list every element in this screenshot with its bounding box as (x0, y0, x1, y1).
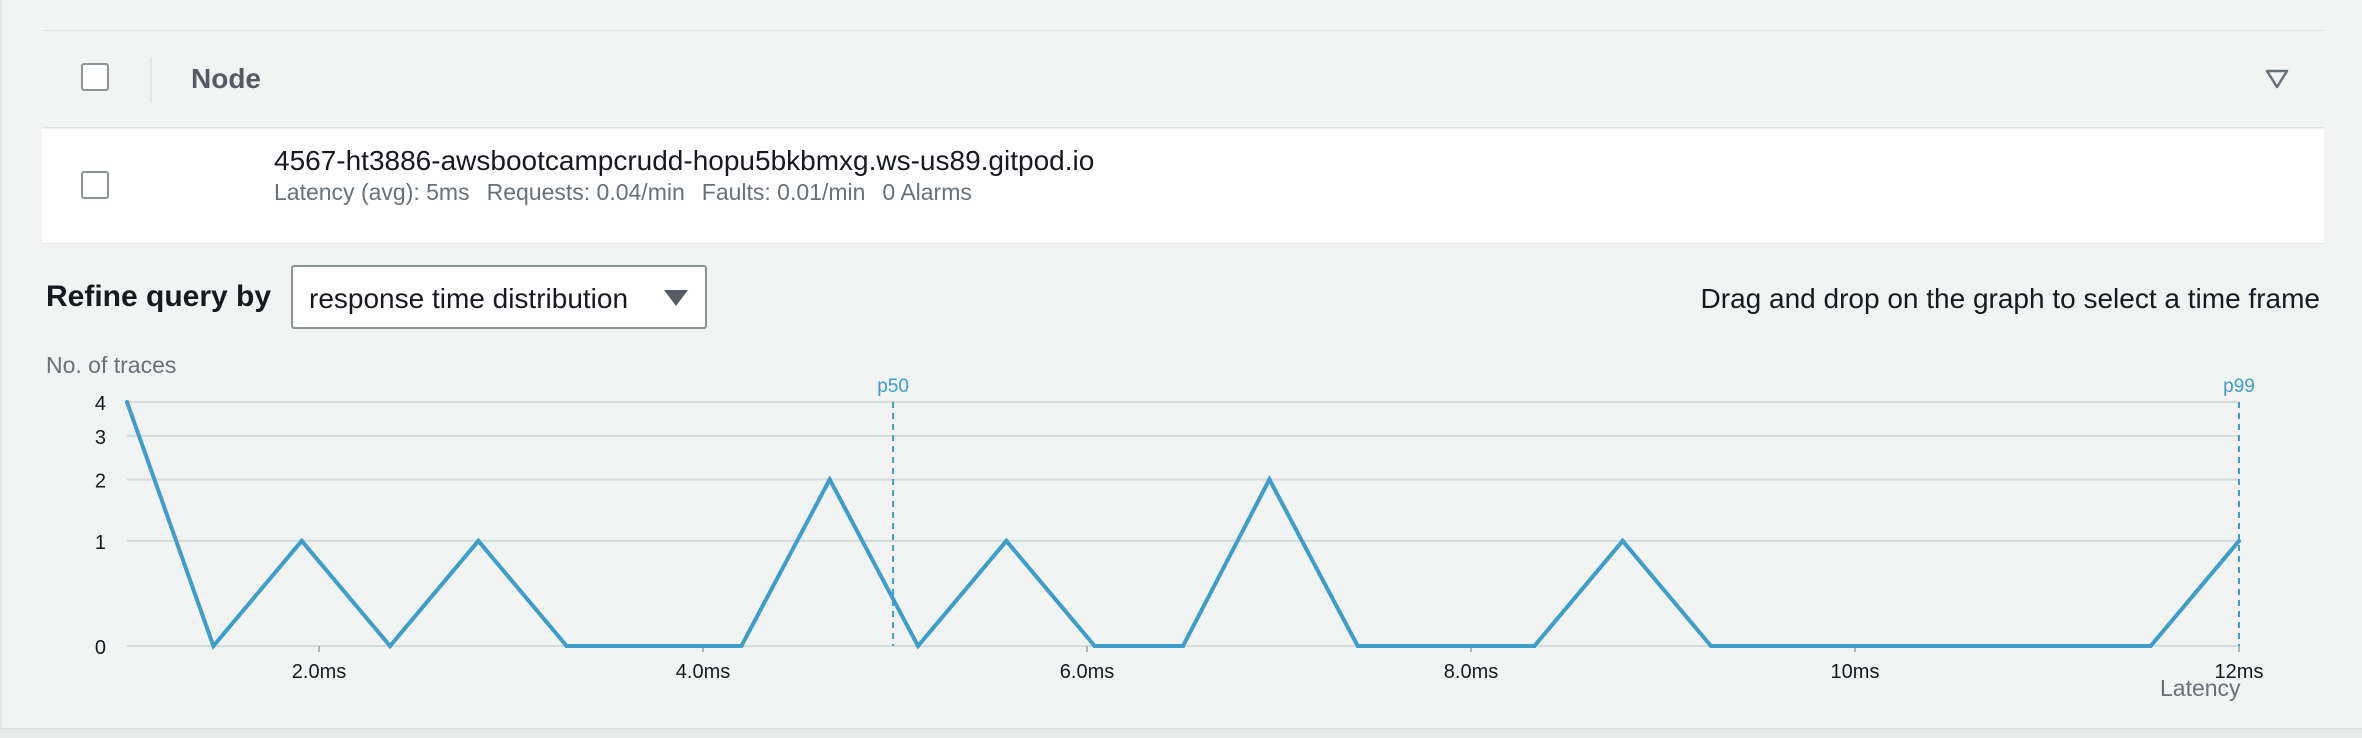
panel-bottom-border (0, 728, 2362, 738)
data-point (827, 477, 832, 482)
latency-histogram-chart[interactable]: 012342.0ms 4.0ms 6.0ms 8.0ms 10ms 12msp50 p99 (0, 360, 2362, 710)
y-tick-label: 1 (95, 532, 106, 554)
data-point (1883, 644, 1888, 648)
data-point (476, 538, 481, 543)
data-point (1092, 644, 1097, 648)
table-header: Node (42, 31, 2324, 128)
data-point (299, 538, 304, 543)
node-name: 4567-ht3886-awsbootcampcrudd-hopu5bkbmxg… (274, 145, 1095, 176)
data-point (1004, 538, 1009, 543)
y-tick-label: 0 (95, 637, 106, 659)
data-point (2148, 644, 2153, 648)
data-point (1620, 538, 1625, 543)
y-tick-label: 4 (95, 393, 106, 415)
data-point (211, 644, 216, 648)
row-checkbox[interactable] (81, 171, 109, 199)
percentile-label-p99: p99 (2223, 376, 2255, 397)
table-row[interactable]: 4567-ht3886-awsbootcampcrudd-hopu5bkbmxg… (42, 129, 2324, 244)
caret-down-icon (664, 290, 688, 306)
data-point (1181, 644, 1185, 648)
sort-down-icon[interactable] (2265, 69, 2289, 89)
column-divider (150, 57, 152, 103)
requests-stat: Requests: 0.04/min (486, 179, 685, 205)
refine-select-value: response time distribution (309, 283, 629, 314)
node-stats: Latency (avg): 5ms Requests: 0.04/min Faul… (274, 179, 989, 206)
data-point (1532, 644, 1537, 648)
x-tick-label: 4.0ms (676, 661, 730, 683)
faults-stat: Faults: 0.01/min (701, 179, 866, 205)
column-header-node[interactable]: Node (191, 63, 261, 95)
data-point (1444, 644, 1449, 648)
y-tick-label: 3 (95, 427, 106, 449)
x-tick-label: 8.0ms (1444, 661, 1498, 683)
latency-stat: Latency (avg): 5ms (274, 179, 470, 205)
x-tick-label: 6.0ms (1060, 661, 1114, 683)
drag-hint: Drag and drop on the graph to select a t… (1700, 283, 2320, 314)
data-point (2237, 538, 2241, 543)
data-point (1355, 644, 1360, 648)
percentile-label-p50: p50 (877, 376, 909, 397)
data-point (2060, 644, 2065, 648)
y-tick-label: 2 (95, 470, 106, 492)
data-point (388, 644, 393, 648)
series-line (125, 401, 2241, 650)
data-point (916, 644, 921, 648)
x-tick-label: 2.0ms (292, 661, 346, 683)
data-point (1797, 644, 1802, 648)
data-point (1972, 644, 1977, 648)
x-tick-label: 10ms (1831, 661, 1880, 683)
data-point (564, 644, 569, 648)
data-point (125, 400, 129, 404)
refine-label: Refine query by (46, 280, 272, 313)
data-point (1709, 644, 1713, 648)
select-all-checkbox[interactable] (81, 63, 109, 91)
alarms-stat: 0 Alarms (882, 179, 972, 205)
x-axis-title: Latency (2160, 675, 2241, 701)
data-point (651, 644, 656, 648)
trace-map-panel: Node 4567-ht3886-awsbootcampcrudd-hopu5b… (0, 0, 2362, 738)
refine-select[interactable]: response time distribution (291, 265, 707, 329)
data-point (739, 644, 744, 648)
data-point (1267, 477, 1272, 482)
